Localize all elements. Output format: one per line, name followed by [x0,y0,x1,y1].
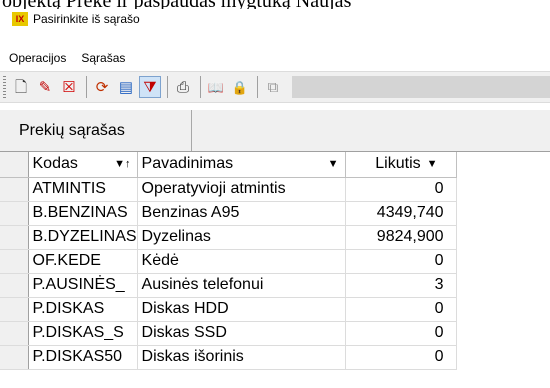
table-row[interactable]: P.DISKAS50 Diskas išorinis 0 [0,345,457,370]
items-table: Kodas ▼↑ Pavadinimas ▼ Likutis ▼ ATMINTI… [0,152,457,370]
column-header-likutis[interactable]: Likutis ▼ [345,152,457,178]
cell-kodas[interactable]: ATMINTIS [28,177,138,202]
row-filler [456,297,457,321]
filter-dropdown-icon[interactable]: ▼ [427,158,438,170]
row-filler [456,177,457,201]
cell-likutis[interactable]: 3 [345,273,457,298]
row-indicator [0,321,29,346]
cell-likutis[interactable]: 0 [345,297,457,322]
column-header-kodas[interactable]: Kodas ▼↑ [28,152,138,178]
cell-pavadinimas[interactable]: Dyzelinas [137,225,346,250]
cell-kodas[interactable]: P.DISKAS [28,297,138,322]
toolbar-separator [86,76,87,98]
cell-likutis[interactable]: 0 [345,345,457,370]
sort-desc-icon[interactable]: ▼↑ [114,158,130,170]
row-filler [456,201,457,225]
table-header-row: Kodas ▼↑ Pavadinimas ▼ Likutis ▼ [0,152,457,178]
filter-icon[interactable]: ⧩ [139,76,161,98]
cell-pavadinimas[interactable]: Kėdė [137,249,346,274]
table-row[interactable]: B.BENZINAS Benzinas A95 4349,740 [0,201,457,226]
cell-pavadinimas[interactable]: Diskas išorinis [137,345,346,370]
cell-pavadinimas[interactable]: Diskas HDD [137,297,346,322]
cell-pavadinimas[interactable]: Benzinas A95 [137,201,346,226]
row-filler [456,273,457,297]
lock-icon[interactable]: 🔒 [229,76,251,98]
table-row[interactable]: OF.KEDE Kėdė 0 [0,249,457,274]
table-row[interactable]: P.DISKAS Diskas HDD 0 [0,297,457,322]
cell-likutis[interactable]: 4349,740 [345,201,457,226]
row-filler [456,345,457,369]
column-header-pavadinimas[interactable]: Pavadinimas ▼ [137,152,346,178]
toolbar-separator [167,76,168,98]
cell-kodas[interactable]: B.DYZELINAS [28,225,138,250]
column-label: Kodas [32,155,78,173]
tab-prekiu-sarasas[interactable]: Prekių sąrašas [0,110,192,151]
cell-kodas[interactable]: OF.KEDE [28,249,138,274]
cell-likutis[interactable]: 9824,900 [345,225,457,250]
refresh-icon[interactable]: ⟳ [91,76,113,98]
header-filler [456,152,457,177]
row-filler [456,249,457,273]
row-indicator [0,297,29,322]
menu-operacijos[interactable]: Operacijos [0,51,72,65]
row-filler [456,225,457,249]
window-title: Pasirinkite iš sąrašo [33,12,140,26]
book-icon[interactable]: 📖 [205,76,227,98]
filter-dropdown-icon[interactable]: ▼ [328,158,339,170]
column-label: Pavadinimas [141,155,234,173]
row-indicator [0,273,29,298]
edit-icon[interactable]: ✎ [34,76,56,98]
toolbar-grip[interactable] [3,76,6,98]
table-row[interactable]: P.AUSINĖS_ Ausinės telefonui 3 [0,273,457,298]
menu-sarasas[interactable]: Sąrašas [72,51,131,65]
toolbar: 🗋 ✎ ☒ ⟳ ▤ ⧩ ⎙ 📖 🔒 ⧉ [0,71,550,103]
form-icon[interactable]: ▤ [115,76,137,98]
copy-icon[interactable]: ⧉ [262,76,284,98]
cell-kodas[interactable]: B.BENZINAS [28,201,138,226]
table-row[interactable]: ATMINTIS Operatyvioji atmintis 0 [0,177,457,202]
toolbar-separator [257,76,258,98]
items-grid[interactable]: Kodas ▼↑ Pavadinimas ▼ Likutis ▼ ATMINTI… [0,151,550,388]
cell-pavadinimas[interactable]: Diskas SSD [137,321,346,346]
row-filler [456,321,457,345]
cell-kodas[interactable]: P.AUSINĖS_ [28,273,138,298]
cell-kodas[interactable]: P.DISKAS50 [28,345,138,370]
cell-likutis[interactable]: 0 [345,321,457,346]
row-indicator [0,249,29,274]
tab-strip: Prekių sąrašas [0,110,550,151]
cell-pavadinimas[interactable]: Ausinės telefonui [137,273,346,298]
row-indicator [0,201,29,226]
print-preview-icon[interactable]: ⎙ [172,76,194,98]
cell-likutis[interactable]: 0 [345,177,457,202]
row-indicator [0,345,29,370]
toolbar-empty-area [292,76,550,98]
toolbar-separator [200,76,201,98]
title-bar: IX Pasirinkite iš sąrašo [0,9,550,29]
table-row[interactable]: B.DYZELINAS Dyzelinas 9824,900 [0,225,457,250]
new-document-icon[interactable]: 🗋 [10,76,32,98]
app-logo-icon: IX [12,12,28,26]
row-indicator [0,225,29,250]
delete-icon[interactable]: ☒ [58,76,80,98]
column-label: Likutis [375,155,421,173]
row-indicator-header [0,152,29,178]
cell-kodas[interactable]: P.DISKAS_S [28,321,138,346]
menu-bar: Operacijos Sąrašas [0,46,550,70]
row-indicator [0,177,29,202]
cell-likutis[interactable]: 0 [345,249,457,274]
table-row[interactable]: P.DISKAS_S Diskas SSD 0 [0,321,457,346]
cell-pavadinimas[interactable]: Operatyvioji atmintis [137,177,346,202]
